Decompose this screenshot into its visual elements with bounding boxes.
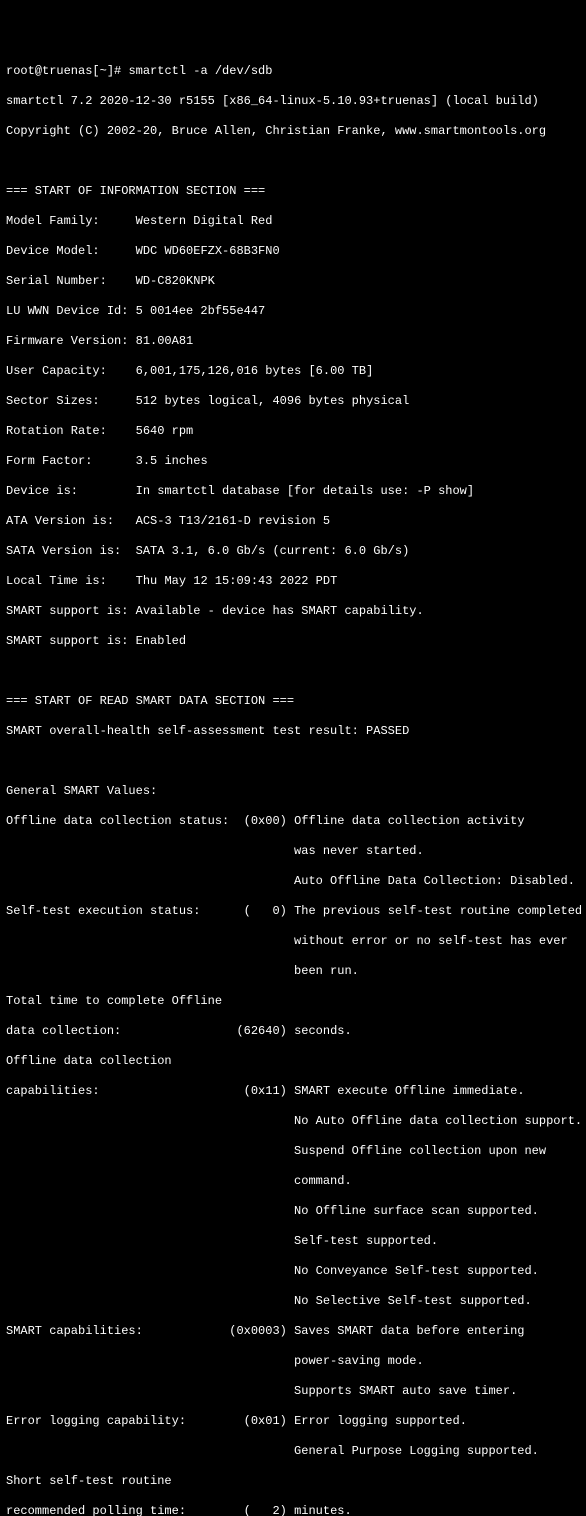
info-model-family: Model Family: Western Digital Red <box>6 214 580 229</box>
selftest-exec-cont2: been run. <box>6 964 580 979</box>
info-rotation: Rotation Rate: 5640 rpm <box>6 424 580 439</box>
info-wwn: LU WWN Device Id: 5 0014ee 2bf55e447 <box>6 304 580 319</box>
offline-cap-v2: No Auto Offline data collection support. <box>6 1114 580 1129</box>
info-capacity: User Capacity: 6,001,175,126,016 bytes [… <box>6 364 580 379</box>
offline-cap-v8: No Selective Self-test supported. <box>6 1294 580 1309</box>
offline-status-cont: was never started. <box>6 844 580 859</box>
prompt-symbol: # <box>114 64 121 78</box>
smart-cap: SMART capabilities: (0x0003) Saves SMART… <box>6 1324 580 1339</box>
offline-cap-v6: Self-test supported. <box>6 1234 580 1249</box>
info-support1: SMART support is: Available - device has… <box>6 604 580 619</box>
info-ata: ATA Version is: ACS-3 T13/2161-D revisio… <box>6 514 580 529</box>
info-support2: SMART support is: Enabled <box>6 634 580 649</box>
offline-cap-v7: No Conveyance Self-test supported. <box>6 1264 580 1279</box>
smartctl-version: smartctl 7.2 2020-12-30 r5155 [x86_64-li… <box>6 94 580 109</box>
blank-line <box>6 754 580 769</box>
smart-health: SMART overall-health self-assessment tes… <box>6 724 580 739</box>
offline-cap-v4: command. <box>6 1174 580 1189</box>
errlog-v2: General Purpose Logging supported. <box>6 1444 580 1459</box>
info-form: Form Factor: 3.5 inches <box>6 454 580 469</box>
offline-status-cont2: Auto Offline Data Collection: Disabled. <box>6 874 580 889</box>
selftest-exec-cont: without error or no self-test has ever <box>6 934 580 949</box>
selftest-exec: Self-test execution status: ( 0) The pre… <box>6 904 580 919</box>
info-device-is: Device is: In smartctl database [for det… <box>6 484 580 499</box>
info-firmware: Firmware Version: 81.00A81 <box>6 334 580 349</box>
smartctl-copyright: Copyright (C) 2002-20, Bruce Allen, Chri… <box>6 124 580 139</box>
prompt-cwd: [~] <box>92 64 114 78</box>
smart-cap-v2: power-saving mode. <box>6 1354 580 1369</box>
offline-cap-v5: No Offline surface scan supported. <box>6 1204 580 1219</box>
smart-cap-v3: Supports SMART auto save timer. <box>6 1384 580 1399</box>
errlog: Error logging capability: (0x01) Error l… <box>6 1414 580 1429</box>
info-section-title: === START OF INFORMATION SECTION === <box>6 184 580 199</box>
info-serial: Serial Number: WD-C820KNPK <box>6 274 580 289</box>
offline-cap-l2: capabilities: (0x11) SMART execute Offli… <box>6 1084 580 1099</box>
offline-cap-l1: Offline data collection <box>6 1054 580 1069</box>
general-values-label: General SMART Values: <box>6 784 580 799</box>
prompt-user-host: root@truenas <box>6 64 92 78</box>
info-time: Local Time is: Thu May 12 15:09:43 2022 … <box>6 574 580 589</box>
total-time-l1: Total time to complete Offline <box>6 994 580 1009</box>
short-l1: Short self-test routine <box>6 1474 580 1489</box>
smart-section-title: === START OF READ SMART DATA SECTION === <box>6 694 580 709</box>
command-input[interactable]: smartctl -a /dev/sdb <box>128 64 272 78</box>
blank-line <box>6 154 580 169</box>
info-sector: Sector Sizes: 512 bytes logical, 4096 by… <box>6 394 580 409</box>
info-device-model: Device Model: WDC WD60EFZX-68B3FN0 <box>6 244 580 259</box>
short-l2: recommended polling time: ( 2) minutes. <box>6 1504 580 1516</box>
offline-status: Offline data collection status: (0x00) O… <box>6 814 580 829</box>
total-time-l2: data collection: (62640) seconds. <box>6 1024 580 1039</box>
blank-line <box>6 664 580 679</box>
shell-prompt-line: root@truenas[~]# smartctl -a /dev/sdb <box>6 64 580 79</box>
info-sata: SATA Version is: SATA 3.1, 6.0 Gb/s (cur… <box>6 544 580 559</box>
offline-cap-v3: Suspend Offline collection upon new <box>6 1144 580 1159</box>
